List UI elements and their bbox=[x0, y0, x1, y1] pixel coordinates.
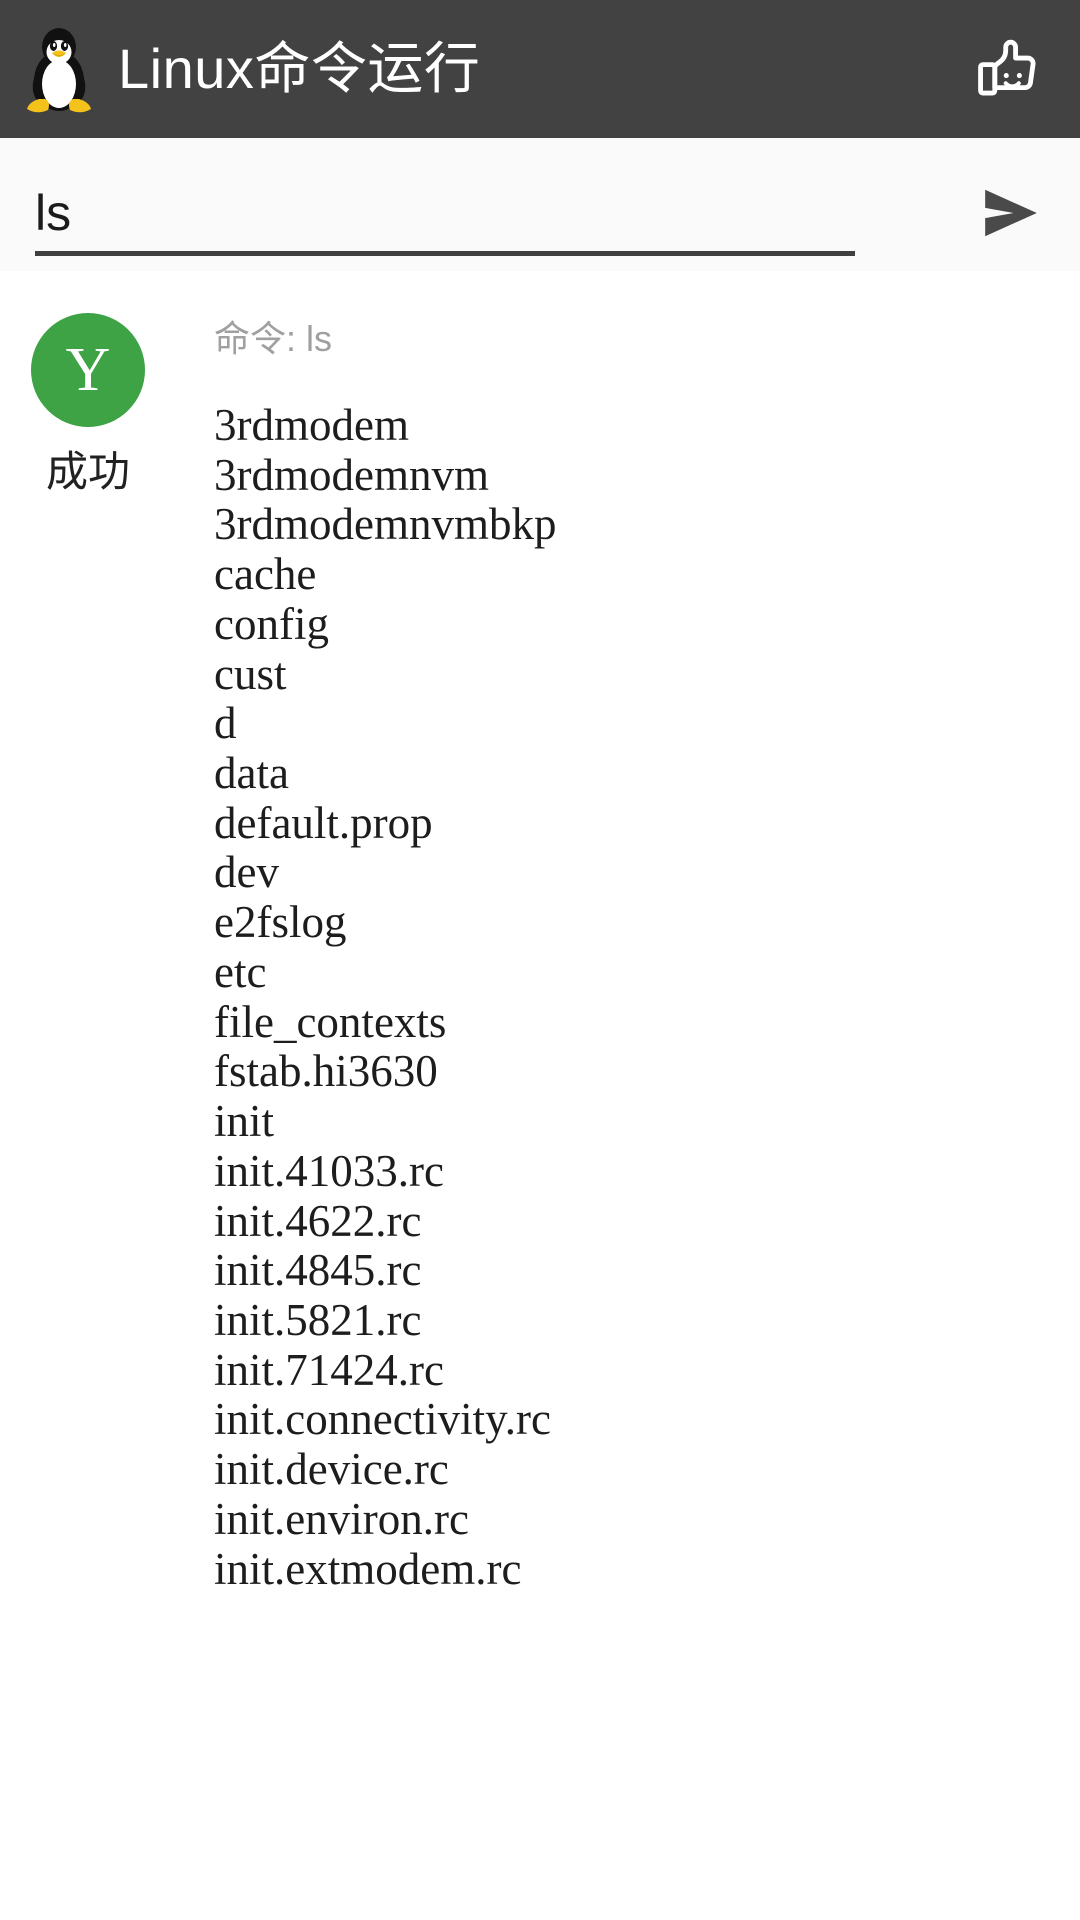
command-echo: 命令: ls bbox=[214, 307, 1060, 357]
output-line: 3rdmodemnvm bbox=[214, 449, 489, 500]
output-line: file_contexts bbox=[214, 996, 447, 1047]
output-line: init.5821.rc bbox=[214, 1294, 422, 1345]
command-echo-value: ls bbox=[306, 318, 333, 359]
send-arrow-icon[interactable] bbox=[960, 176, 1050, 250]
output-line: 3rdmodemnvmbkp bbox=[214, 499, 557, 550]
command-input-bar bbox=[0, 138, 1080, 271]
output-line: e2fslog bbox=[214, 897, 347, 948]
command-result: Y 成功 命令: ls 3rdmodem 3rdmodemnvm 3rdmodemn… bbox=[0, 271, 1080, 1595]
command-input-underline bbox=[35, 251, 855, 256]
output-line: cache bbox=[214, 549, 317, 600]
output-line: init.4622.rc bbox=[214, 1195, 422, 1246]
output-line: init.41033.rc bbox=[214, 1145, 444, 1196]
output-line: 3rdmodem bbox=[214, 400, 409, 450]
thumbs-up-icon[interactable] bbox=[966, 26, 1052, 112]
avatar-letter: Y bbox=[65, 336, 111, 404]
output-line: init.71424.rc bbox=[214, 1344, 444, 1395]
command-input-wrap bbox=[35, 176, 1050, 250]
command-output-list[interactable]: 3rdmodem 3rdmodemnvm 3rdmodemnvmbkp cache co… bbox=[214, 400, 1060, 1594]
output-line: data bbox=[214, 748, 289, 799]
output-line: cust bbox=[214, 648, 287, 699]
status-avatar: Y bbox=[31, 313, 145, 427]
output-line: fstab.hi3630 bbox=[214, 1046, 438, 1097]
output-line: init.environ.rc bbox=[214, 1493, 469, 1544]
output-line: d bbox=[214, 698, 237, 749]
app-bar: Linux命令运行 bbox=[0, 0, 1080, 138]
command-input[interactable] bbox=[35, 180, 960, 246]
command-echo-prefix: 命令: bbox=[214, 318, 307, 359]
result-output-column: 命令: ls 3rdmodem 3rdmodemnvm 3rdmodemnvmbkp… bbox=[176, 307, 1080, 1594]
output-line: dev bbox=[214, 847, 279, 898]
tux-penguin-icon bbox=[22, 23, 96, 115]
output-line: default.prop bbox=[214, 797, 433, 848]
output-line: init.4845.rc bbox=[214, 1245, 422, 1296]
output-line: init bbox=[214, 1096, 275, 1147]
output-line: etc bbox=[214, 946, 267, 997]
output-line: init.connectivity.rc bbox=[214, 1394, 551, 1445]
status-badge: 成功 bbox=[45, 448, 130, 495]
output-line: config bbox=[214, 598, 329, 649]
output-line: init.extmodem.rc bbox=[214, 1543, 522, 1594]
page-title: Linux命令运行 bbox=[118, 37, 481, 100]
result-status-column: Y 成功 bbox=[0, 307, 176, 1594]
output-line: init.device.rc bbox=[214, 1444, 449, 1495]
